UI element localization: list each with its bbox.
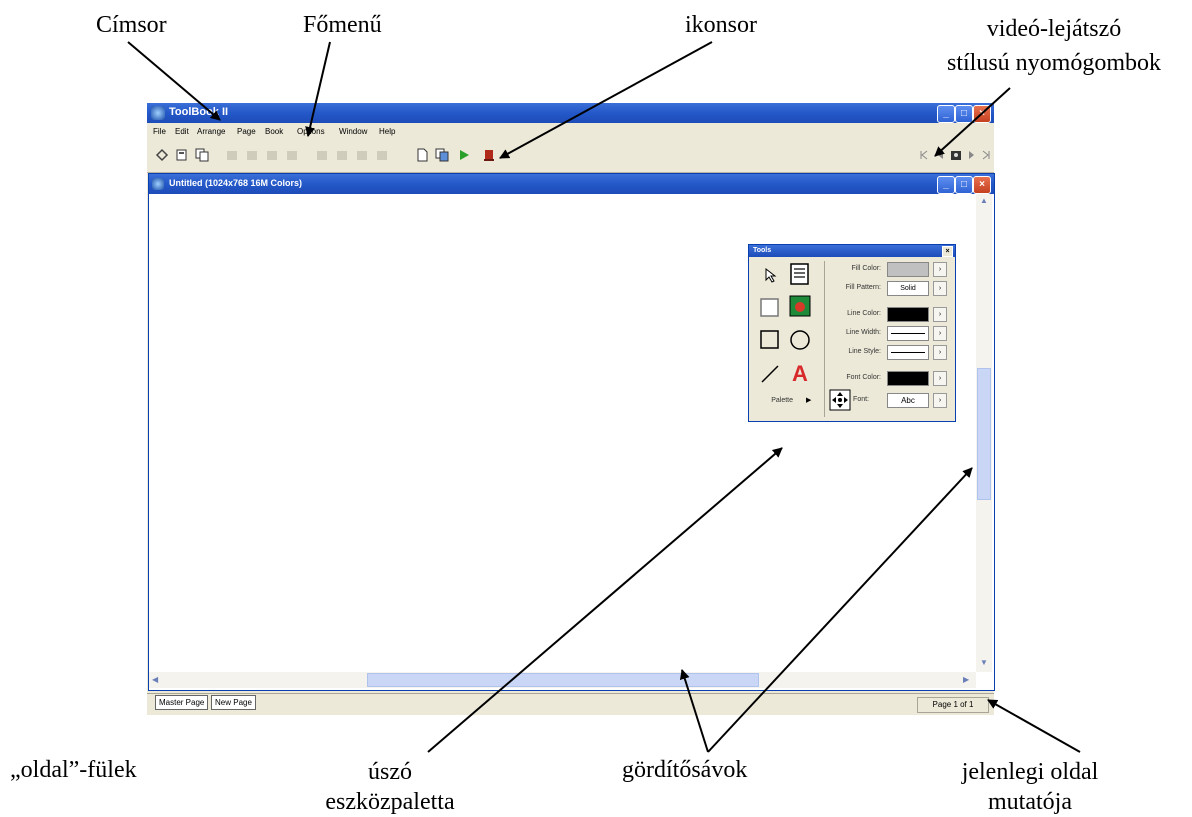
arrow-video-buttons xyxy=(934,87,1011,157)
arrow-ikonsor xyxy=(499,41,713,159)
arrow-fomenu xyxy=(305,41,331,137)
arrow-palette xyxy=(427,447,783,753)
arrow-vscroll xyxy=(707,467,973,753)
arrow-page-indicator xyxy=(987,699,1081,753)
arrow-cimsor xyxy=(127,41,221,121)
annotation-arrows xyxy=(127,41,1081,753)
arrow-hscroll xyxy=(679,669,709,753)
